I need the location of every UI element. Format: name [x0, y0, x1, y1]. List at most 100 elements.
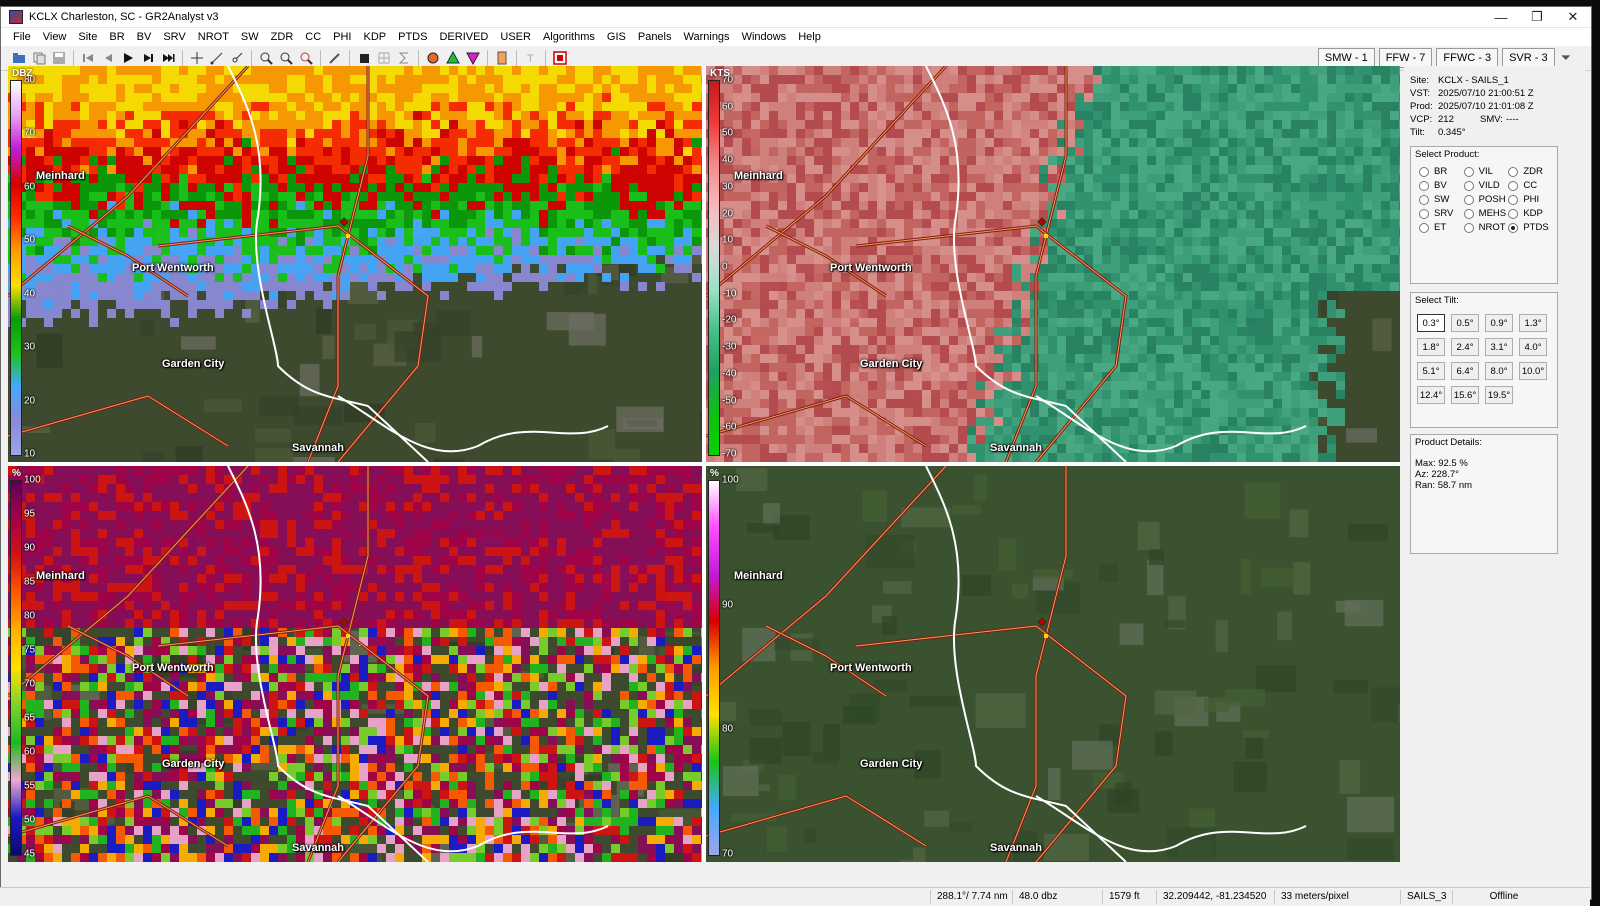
- menu-site[interactable]: Site: [72, 28, 103, 46]
- product-radio-kdp[interactable]: KDP: [1508, 208, 1553, 219]
- menu-sw[interactable]: SW: [235, 28, 265, 46]
- tilt-button[interactable]: 2.4°: [1451, 338, 1479, 356]
- menu-user[interactable]: USER: [494, 28, 537, 46]
- measure-icon[interactable]: [209, 50, 225, 66]
- menu-gis[interactable]: GIS: [601, 28, 632, 46]
- menu-ptds[interactable]: PTDS: [392, 28, 433, 46]
- radio-icon[interactable]: [1508, 208, 1519, 219]
- skip-end-icon[interactable]: [160, 50, 176, 66]
- radar-map[interactable]: [706, 66, 1400, 462]
- radio-icon[interactable]: [1419, 180, 1429, 191]
- crosshair-icon[interactable]: [189, 50, 205, 66]
- menu-help[interactable]: Help: [792, 28, 827, 46]
- menu-file[interactable]: File: [7, 28, 37, 46]
- step-forward-icon[interactable]: [140, 50, 156, 66]
- record-icon[interactable]: [552, 50, 568, 66]
- triangle-magenta-icon[interactable]: [465, 50, 481, 66]
- product-radio-phi[interactable]: PHI: [1508, 194, 1553, 205]
- radar-map[interactable]: [8, 66, 702, 462]
- ffw-button[interactable]: FFW - 7: [1378, 48, 1433, 68]
- product-radio-sw[interactable]: SW: [1419, 194, 1464, 205]
- menu-phi[interactable]: PHI: [327, 28, 357, 46]
- menu-bv[interactable]: BV: [131, 28, 158, 46]
- minimize-button[interactable]: —: [1483, 7, 1519, 27]
- tilt-button[interactable]: 15.6°: [1451, 386, 1479, 404]
- maximize-button[interactable]: ❐: [1519, 7, 1555, 27]
- product-radio-ptds[interactable]: PTDS: [1508, 222, 1553, 233]
- radio-icon[interactable]: [1419, 208, 1429, 219]
- skip-start-icon[interactable]: [80, 50, 96, 66]
- smw-button[interactable]: SMW - 1: [1317, 48, 1375, 68]
- reflectivity-pane[interactable]: 80 70 60 50 40 30 20 10 DBZ Meinhard Port Wentwo…: [8, 66, 702, 462]
- velocity-pane[interactable]: 70 60 50 40 30 20 10 0 -10 -20 -30 -40 -50 -60 -70 KTS…: [706, 66, 1400, 462]
- copy-icon[interactable]: [31, 50, 47, 66]
- tilt-button[interactable]: 8.0°: [1485, 362, 1513, 380]
- menu-algorithms[interactable]: Algorithms: [537, 28, 601, 46]
- open-icon[interactable]: [11, 50, 27, 66]
- product-radio-srv[interactable]: SRV: [1419, 208, 1464, 219]
- play-icon[interactable]: [120, 50, 136, 66]
- tilt-button[interactable]: 0.3°: [1417, 314, 1445, 332]
- ptds-pane[interactable]: 100 90 80 70 % Meinhard Port Wentworth Garden…: [706, 466, 1400, 862]
- tilt-button[interactable]: 5.1°: [1417, 362, 1445, 380]
- radar-map[interactable]: [8, 466, 702, 862]
- menu-windows[interactable]: Windows: [736, 28, 793, 46]
- radio-icon[interactable]: [1508, 180, 1519, 191]
- menu-kdp[interactable]: KDP: [358, 28, 393, 46]
- menu-warnings[interactable]: Warnings: [678, 28, 736, 46]
- filter-icon[interactable]: ⏷: [1561, 50, 1571, 66]
- stop-icon[interactable]: [356, 50, 372, 66]
- product-radio-et[interactable]: ET: [1419, 222, 1464, 233]
- marker-icon[interactable]: [494, 50, 510, 66]
- eyedropper-icon[interactable]: [327, 50, 343, 66]
- radio-icon[interactable]: [1463, 166, 1474, 177]
- menu-zdr[interactable]: ZDR: [265, 28, 300, 46]
- radio-icon[interactable]: [1508, 166, 1519, 177]
- product-radio-vil[interactable]: VIL: [1463, 166, 1509, 177]
- radio-icon[interactable]: [1463, 208, 1474, 219]
- menu-cc[interactable]: CC: [299, 28, 327, 46]
- svr-button[interactable]: SVR - 3: [1502, 48, 1555, 68]
- radio-icon[interactable]: [1419, 222, 1429, 233]
- close-button[interactable]: ✕: [1555, 7, 1591, 27]
- ffwc-button[interactable]: FFWC - 3: [1436, 48, 1499, 68]
- tilt-button[interactable]: 1.8°: [1417, 338, 1445, 356]
- tilt-button[interactable]: 12.4°: [1417, 386, 1445, 404]
- product-radio-vild[interactable]: VILD: [1463, 180, 1509, 191]
- menu-panels[interactable]: Panels: [632, 28, 678, 46]
- zoom-out-icon[interactable]: [278, 50, 294, 66]
- zoom-in-icon[interactable]: [258, 50, 274, 66]
- menu-view[interactable]: View: [37, 28, 73, 46]
- tilt-button[interactable]: 6.4°: [1451, 362, 1479, 380]
- tilt-button[interactable]: 1.3°: [1519, 314, 1547, 332]
- tilt-button[interactable]: 10.0°: [1519, 362, 1547, 380]
- zoom-reset-icon[interactable]: [298, 50, 314, 66]
- menu-br[interactable]: BR: [103, 28, 130, 46]
- radio-icon[interactable]: [1463, 194, 1474, 205]
- storm-icon[interactable]: [425, 50, 441, 66]
- text-icon[interactable]: T: [523, 50, 539, 66]
- radio-icon[interactable]: [1463, 180, 1474, 191]
- tilt-button[interactable]: 3.1°: [1485, 338, 1513, 356]
- grid-icon[interactable]: [376, 50, 392, 66]
- tilt-button[interactable]: 0.5°: [1451, 314, 1479, 332]
- radio-icon[interactable]: [1508, 222, 1519, 233]
- product-radio-bv[interactable]: BV: [1419, 180, 1464, 191]
- menu-derived[interactable]: DERIVED: [433, 28, 494, 46]
- triangle-green-icon[interactable]: [445, 50, 461, 66]
- product-radio-cc[interactable]: CC: [1508, 180, 1553, 191]
- tilt-button[interactable]: 4.0°: [1519, 338, 1547, 356]
- save-icon[interactable]: [51, 50, 67, 66]
- sigma-icon[interactable]: [396, 50, 412, 66]
- radio-icon[interactable]: [1419, 194, 1429, 205]
- product-radio-mehs[interactable]: MEHS: [1463, 208, 1509, 219]
- menu-srv[interactable]: SRV: [157, 28, 191, 46]
- step-back-icon[interactable]: [100, 50, 116, 66]
- radar-map[interactable]: [706, 466, 1400, 862]
- product-radio-zdr[interactable]: ZDR: [1508, 166, 1553, 177]
- menu-nrot[interactable]: NROT: [192, 28, 235, 46]
- radio-icon[interactable]: [1463, 222, 1474, 233]
- tilt-button[interactable]: 19.5°: [1485, 386, 1513, 404]
- product-radio-br[interactable]: BR: [1419, 166, 1464, 177]
- link-icon[interactable]: [229, 50, 245, 66]
